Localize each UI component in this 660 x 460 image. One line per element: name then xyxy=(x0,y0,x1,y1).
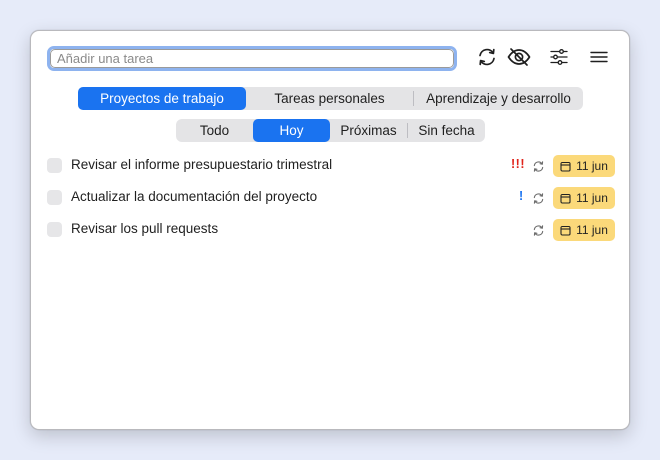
due-date-badge[interactable]: 11 jun xyxy=(553,219,615,241)
calendar-icon xyxy=(560,161,571,172)
task-row: Actualizar la documentación del proyecto… xyxy=(47,187,615,209)
menu-button[interactable] xyxy=(585,43,613,71)
menu-icon xyxy=(590,50,608,64)
due-date-badge[interactable]: 11 jun xyxy=(553,187,615,209)
toggle-completed-button[interactable] xyxy=(505,43,533,71)
calendar-icon xyxy=(560,225,571,236)
tab-tareas-personales[interactable]: Tareas personales xyxy=(246,87,413,110)
tab-proyectos-de-trabajo[interactable]: Proyectos de trabajo xyxy=(78,87,246,110)
task-checkbox[interactable] xyxy=(47,222,62,237)
date-filter-tabs: Todo Hoy Próximas Sin fecha xyxy=(176,119,485,142)
due-date-label: 11 jun xyxy=(576,223,608,237)
due-date-label: 11 jun xyxy=(576,191,608,205)
tab-label: Hoy xyxy=(279,123,304,138)
tab-hoy[interactable]: Hoy xyxy=(253,119,330,142)
task-checkbox[interactable] xyxy=(47,190,62,205)
repeat-icon xyxy=(531,191,545,205)
priority-indicator: ! xyxy=(519,189,524,203)
add-task-input[interactable] xyxy=(50,49,454,68)
tab-aprendizaje-y-desarrollo[interactable]: Aprendizaje y desarrollo xyxy=(414,87,583,110)
task-input-wrapper xyxy=(47,46,457,71)
tab-label: Sin fecha xyxy=(418,123,475,138)
due-date-label: 11 jun xyxy=(576,159,608,173)
tab-label: Tareas personales xyxy=(274,91,385,106)
filter-settings-button[interactable] xyxy=(545,43,573,71)
task-row: Revisar los pull requests 11 jun xyxy=(47,219,615,241)
project-tabs: Proyectos de trabajo Tareas personales A… xyxy=(78,87,583,110)
task-title[interactable]: Actualizar la documentación del proyecto xyxy=(71,189,317,204)
task-title[interactable]: Revisar los pull requests xyxy=(71,221,218,236)
tab-proximas[interactable]: Próximas xyxy=(330,119,407,142)
tab-todo[interactable]: Todo xyxy=(176,119,253,142)
hidden-eye-icon xyxy=(506,46,532,68)
tab-label: Todo xyxy=(199,123,230,138)
task-checkbox[interactable] xyxy=(47,158,62,173)
tab-label: Próximas xyxy=(340,123,397,138)
tab-label: Proyectos de trabajo xyxy=(100,91,224,106)
sync-icon xyxy=(476,46,498,68)
calendar-icon xyxy=(560,193,571,204)
app-window: Proyectos de trabajo Tareas personales A… xyxy=(30,30,630,430)
tab-label: Aprendizaje y desarrollo xyxy=(426,91,571,106)
repeat-icon xyxy=(531,159,545,173)
tab-sin-fecha[interactable]: Sin fecha xyxy=(408,119,485,142)
sync-button[interactable] xyxy=(473,43,501,71)
priority-indicator: !!! xyxy=(511,157,525,171)
task-title[interactable]: Revisar el informe presupuestario trimes… xyxy=(71,157,332,172)
due-date-badge[interactable]: 11 jun xyxy=(553,155,615,177)
task-row: Revisar el informe presupuestario trimes… xyxy=(47,155,615,177)
repeat-icon xyxy=(531,223,545,237)
sliders-icon xyxy=(549,48,569,66)
